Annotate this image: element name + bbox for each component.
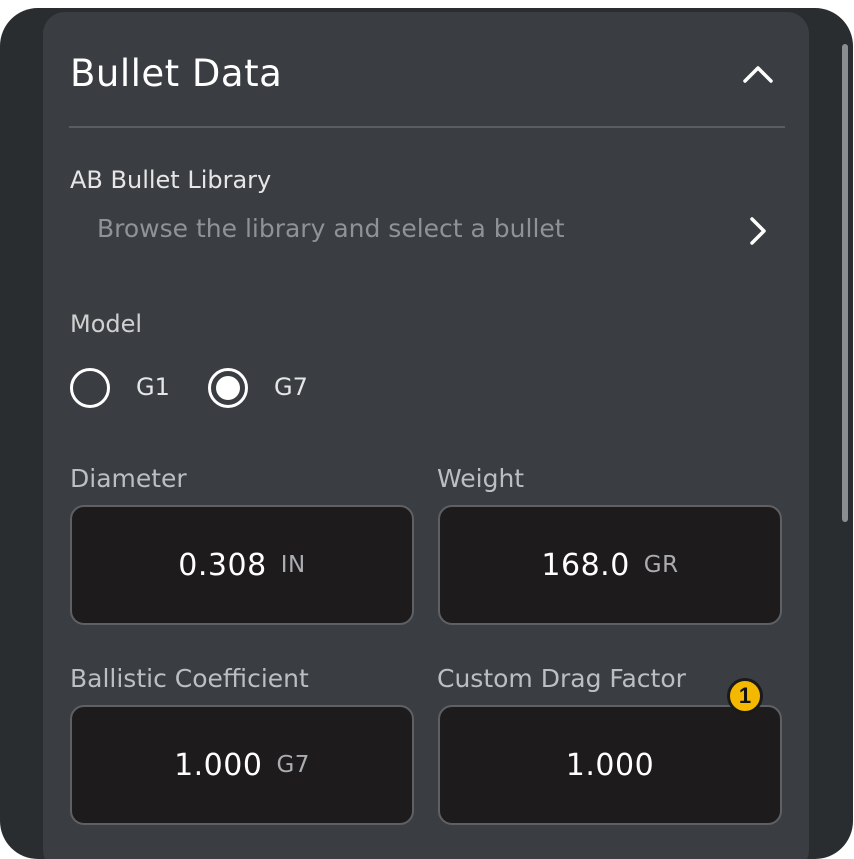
weight-value: 168.0 — [541, 547, 630, 583]
weight-label: Weight — [437, 464, 525, 493]
chevron-up-icon[interactable] — [741, 62, 775, 86]
weight-unit: GR — [643, 552, 679, 578]
weight-field[interactable]: 168.0 GR — [438, 505, 782, 625]
custom-drag-factor-label: Custom Drag Factor — [437, 664, 686, 693]
divider — [69, 126, 785, 128]
diameter-unit: IN — [280, 552, 306, 578]
diameter-field[interactable]: 0.308 IN — [70, 505, 414, 625]
radio-g1-label[interactable]: G1 — [136, 373, 170, 401]
section-title: Bullet Data — [70, 52, 283, 95]
diameter-value: 0.308 — [178, 547, 267, 583]
bullet-library-title[interactable]: AB Bullet Library — [70, 166, 271, 194]
custom-drag-factor-field[interactable]: 1.000 — [438, 705, 782, 825]
radio-g7-label[interactable]: G7 — [274, 373, 308, 401]
radio-g7[interactable] — [207, 367, 249, 409]
annotation-badge: 1 — [727, 678, 763, 714]
diameter-label: Diameter — [70, 464, 187, 493]
radio-g1[interactable] — [69, 367, 111, 409]
scrollbar[interactable] — [842, 44, 848, 522]
ballistic-coefficient-label: Ballistic Coefficient — [70, 664, 309, 693]
chevron-right-icon[interactable] — [745, 215, 771, 247]
ballistic-coefficient-unit: G7 — [276, 752, 310, 778]
ballistic-coefficient-value: 1.000 — [174, 747, 263, 783]
model-label: Model — [70, 310, 143, 338]
custom-drag-factor-value: 1.000 — [565, 747, 655, 783]
bullet-library-subtitle[interactable]: Browse the library and select a bullet — [97, 214, 565, 243]
ballistic-coefficient-field[interactable]: 1.000 G7 — [70, 705, 414, 825]
